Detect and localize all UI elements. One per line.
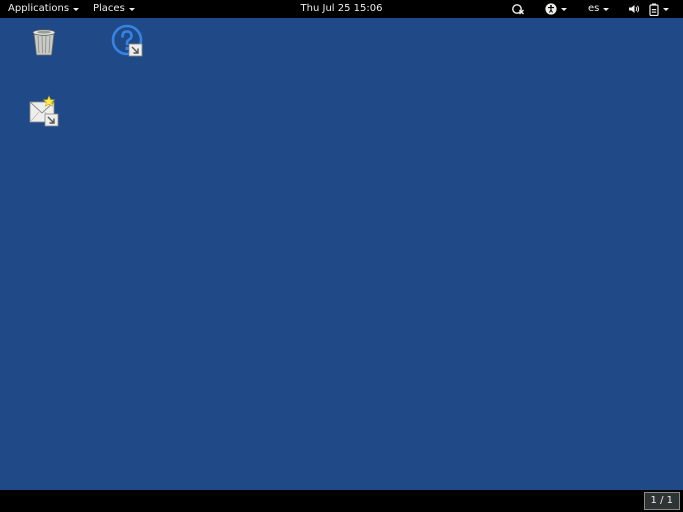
accessibility-update-icon	[512, 4, 524, 15]
mail-shortcut-icon[interactable]	[27, 94, 61, 128]
clock[interactable]: Thu Jul 25 15:06	[301, 3, 383, 14]
keyboard-layout-menu[interactable]: es	[588, 0, 610, 18]
help-shortcut-icon[interactable]	[111, 24, 145, 58]
chevron-down-icon	[128, 8, 135, 11]
places-menu[interactable]: Places	[93, 0, 135, 18]
accessibility-icon	[545, 3, 557, 15]
workspace-indicator: 1 / 1	[650, 495, 673, 506]
accessibility-update-button[interactable]	[511, 0, 525, 18]
desktop-screen: Applications Places Thu Jul 25 15:06 es …	[0, 0, 683, 512]
volume-indicator[interactable]	[628, 0, 640, 18]
bottom-panel: 1 / 1	[0, 490, 683, 512]
accessibility-menu[interactable]	[545, 0, 567, 18]
system-menu[interactable]	[649, 0, 669, 18]
trash-icon[interactable]	[27, 24, 61, 58]
chevron-down-icon	[73, 8, 80, 11]
keyboard-layout-label: es	[588, 3, 600, 14]
chevron-down-icon	[561, 7, 567, 11]
places-menu-label: Places	[93, 3, 125, 14]
top-panel: Applications Places Thu Jul 25 15:06 es	[0, 0, 683, 18]
chevron-down-icon	[603, 7, 610, 11]
workspace-switcher[interactable]: 1 / 1	[643, 492, 680, 510]
battery-icon	[649, 3, 659, 16]
volume-icon	[629, 5, 640, 13]
chevron-down-icon	[663, 7, 669, 11]
applications-menu-label: Applications	[8, 3, 70, 14]
applications-menu[interactable]: Applications	[8, 0, 80, 18]
